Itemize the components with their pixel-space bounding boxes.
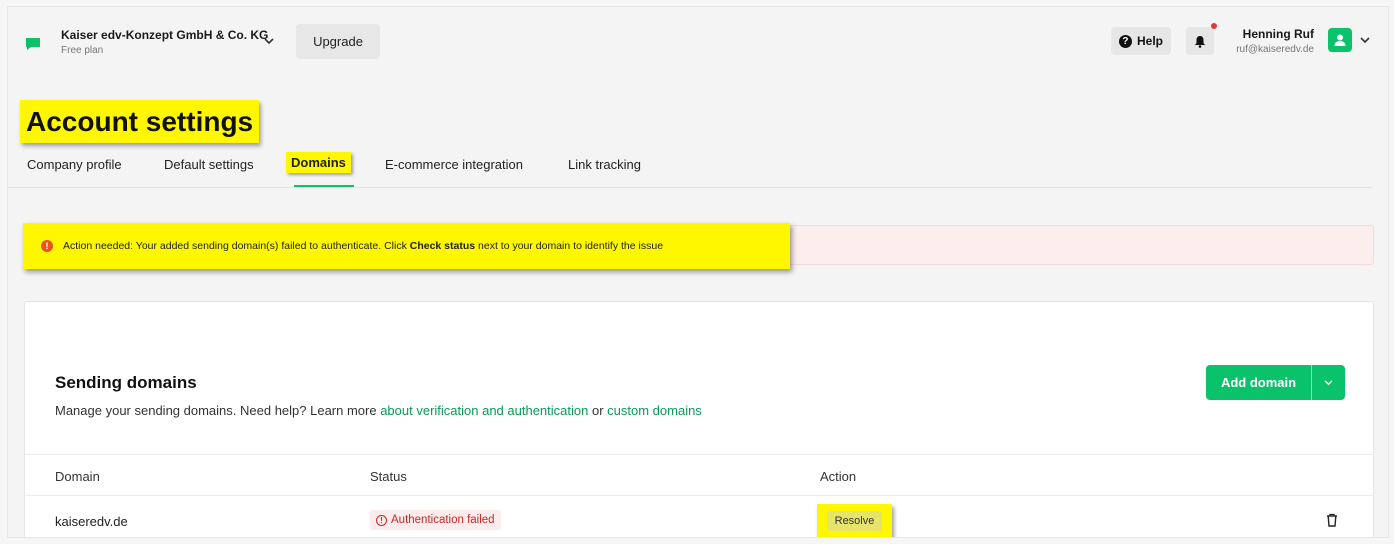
notification-dot [1211, 23, 1217, 29]
table-row: kaiseredv.de ! Authentication failed Res… [25, 496, 1373, 537]
column-header-domain: Domain [55, 469, 100, 484]
org-switcher[interactable]: Kaiser edv-Konzept GmbH & Co. KG Free pl… [61, 28, 268, 56]
user-menu[interactable]: Henning Ruf ruf@kaiseredv.de [1236, 27, 1314, 55]
page-title: Account settings [26, 105, 254, 137]
app-window: Kaiser edv-Konzept GmbH & Co. KG Free pl… [7, 6, 1389, 538]
tab-default-settings[interactable]: Default settings [164, 157, 254, 172]
column-header-status: Status [370, 469, 407, 484]
domains-table: Domain Status Action kaiseredv.de ! Auth… [25, 454, 1373, 537]
upgrade-button[interactable]: Upgrade [296, 24, 380, 59]
chevron-down-icon[interactable] [264, 36, 278, 48]
status-label: Authentication failed [391, 514, 495, 526]
sending-domains-card: Sending domains Manage your sending doma… [24, 301, 1374, 537]
desc-prefix: Manage your sending domains. Need help? … [55, 403, 381, 418]
custom-domains-link[interactable]: custom domains [607, 403, 702, 418]
check-status-link[interactable]: Check status [410, 240, 475, 252]
tab-domains[interactable]: Domains [286, 152, 351, 173]
org-plan: Free plan [61, 45, 104, 56]
chevron-down-icon [1324, 379, 1333, 385]
desc-mid: or [588, 403, 608, 418]
table-header: Domain Status Action [25, 454, 1373, 496]
domain-cell: kaiseredv.de [55, 514, 128, 529]
avatar[interactable] [1328, 28, 1352, 52]
user-icon [1334, 34, 1346, 46]
active-tab-indicator [294, 185, 354, 187]
help-button[interactable]: ? Help [1111, 27, 1171, 55]
status-badge: ! Authentication failed [370, 510, 501, 530]
add-domain-dropdown[interactable] [1311, 365, 1345, 400]
column-header-action: Action [820, 469, 857, 484]
alert-text: Action needed: Your added sending domain… [63, 240, 663, 252]
alert-highlight: ! Action needed: Your added sending doma… [23, 223, 790, 269]
section-description: Manage your sending domains. Need help? … [55, 403, 702, 418]
help-label: Help [1136, 34, 1163, 48]
notifications-button[interactable] [1186, 23, 1217, 55]
org-name: Kaiser edv-Konzept GmbH & Co. KG [61, 28, 269, 42]
chevron-down-icon[interactable] [1360, 35, 1370, 47]
alert-text-before: Action needed: Your added sending domain… [63, 240, 410, 252]
tab-company-profile[interactable]: Company profile [27, 157, 122, 172]
page-title-highlight: Account settings [20, 100, 260, 143]
tab-ecommerce-integration[interactable]: E-commerce integration [385, 157, 523, 172]
user-email: ruf@kaiseredv.de [1236, 44, 1314, 55]
section-title: Sending domains [55, 373, 197, 392]
tab-domains-label: Domains [286, 152, 351, 173]
question-icon: ? [1118, 34, 1132, 48]
add-domain-button-group: Add domain [1206, 365, 1345, 400]
settings-tabs: Company profile Default settings Domains… [8, 152, 1372, 188]
bell-icon [1195, 35, 1205, 48]
warning-icon: ! [376, 514, 387, 526]
trash-icon[interactable] [1325, 512, 1339, 528]
add-domain-button[interactable]: Add domain [1206, 365, 1311, 400]
top-bar: Kaiser edv-Konzept GmbH & Co. KG Free pl… [8, 7, 1388, 75]
tab-link-tracking[interactable]: Link tracking [568, 157, 641, 172]
verification-link[interactable]: about verification and authentication [380, 403, 588, 418]
chat-bubble-icon [22, 33, 44, 55]
resolve-highlight: Resolve [817, 504, 892, 537]
resolve-button[interactable]: Resolve [826, 510, 883, 531]
alert-text-after: next to your domain to identify the issu… [475, 240, 664, 252]
user-name: Henning Ruf [1242, 27, 1314, 41]
exclamation-icon: ! [41, 240, 53, 252]
